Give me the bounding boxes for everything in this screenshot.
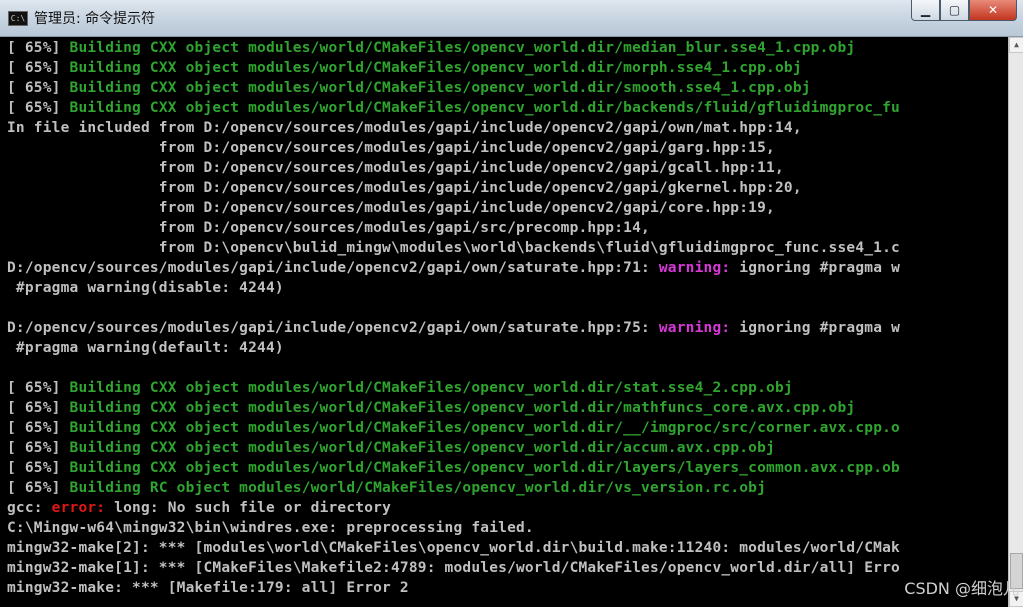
console-line: from D:/opencv/sources/modules/gapi/incl…: [7, 178, 802, 198]
console-line: [ 65%] Building CXX object modules/world…: [7, 98, 900, 118]
console-text: gcc:: [7, 500, 52, 516]
build-status-text: Building RC object modules/world/CMakeFi…: [69, 480, 767, 496]
console-text: #pragma warning(disable: 4244): [7, 280, 284, 296]
console-line: #pragma warning(disable: 4244): [7, 278, 284, 298]
console-text: long: No such file or directory: [105, 500, 392, 516]
console-line: from D:\opencv\bulid_mingw\modules\world…: [7, 238, 900, 258]
vertical-scrollbar[interactable]: ▲ ▼: [1008, 37, 1023, 607]
console-line: [ 65%] Building CXX object modules/world…: [7, 58, 802, 78]
console-text: from D:/opencv/sources/modules/gapi/incl…: [7, 140, 775, 156]
console-line: [ 65%] Building CXX object modules/world…: [7, 38, 855, 58]
console-line: mingw32-make[2]: *** [modules\world\CMak…: [7, 538, 900, 558]
console-text: from D:/opencv/sources/modules/gapi/incl…: [7, 180, 802, 196]
console-line: D:/opencv/sources/modules/gapi/include/o…: [7, 258, 900, 278]
console-text: from D:/opencv/sources/modules/gapi/incl…: [7, 200, 775, 216]
console-text: [ 65%]: [7, 420, 70, 436]
console-app-icon: C:\: [8, 11, 28, 26]
error-label: error:: [51, 500, 106, 516]
console-text: [ 65%]: [7, 460, 70, 476]
console-line: from D:/opencv/sources/modules/gapi/incl…: [7, 158, 784, 178]
console-line: C:\Mingw-w64\mingw32\bin\windres.exe: pr…: [7, 518, 534, 538]
console-text: D:/opencv/sources/modules/gapi/include/o…: [7, 260, 659, 276]
console-line: [ 65%] Building CXX object modules/world…: [7, 458, 900, 478]
console-line: In file included from D:/opencv/sources/…: [7, 118, 802, 138]
warning-label: warning:: [658, 260, 731, 276]
build-status-text: Building CXX object modules/world/CMakeF…: [69, 80, 811, 96]
console-line: [ 65%] Building CXX object modules/world…: [7, 438, 775, 458]
build-status-text: Building CXX object modules/world/CMakeF…: [69, 440, 775, 456]
console-text: mingw32-make[2]: *** [modules\world\CMak…: [7, 540, 900, 556]
console-text: D:/opencv/sources/modules/gapi/include/o…: [7, 320, 659, 336]
console-line: mingw32-make[1]: *** [CMakeFiles\Makefil…: [7, 558, 900, 578]
console-text: #pragma warning(default: 4244): [7, 340, 284, 356]
window-title: 管理员: 命令提示符: [34, 11, 156, 27]
console-text: [ 65%]: [7, 40, 70, 56]
console-line: gcc: error: long: No such file or direct…: [7, 498, 391, 518]
console-text: [ 65%]: [7, 100, 70, 116]
console-line: [ 65%] Building RC object modules/world/…: [7, 478, 766, 498]
build-status-text: Building CXX object modules/world/CMakeF…: [69, 460, 900, 476]
console-text: from D:\opencv\bulid_mingw\modules\world…: [7, 240, 900, 256]
console-text: [ 65%]: [7, 400, 70, 416]
console-line: from D:/opencv/sources/modules/gapi/incl…: [7, 198, 775, 218]
console-text: C:\Mingw-w64\mingw32\bin\windres.exe: pr…: [7, 520, 534, 536]
build-status-text: Building CXX object modules/world/CMakeF…: [69, 100, 900, 116]
console-line: [ 65%] Building CXX object modules/world…: [7, 78, 811, 98]
console-text: In file included from D:/opencv/sources/…: [7, 120, 802, 136]
console-text: from D:/opencv/sources/modules/gapi/src/…: [7, 220, 650, 236]
window-controls: ▁ ▢ ✕: [911, 0, 1017, 22]
console-text: ignoring #pragma w: [730, 320, 900, 336]
build-status-text: Building CXX object modules/world/CMakeF…: [69, 60, 802, 76]
watermark: CSDN @细泡儿: [904, 579, 1019, 598]
console-text: from D:/opencv/sources/modules/gapi/incl…: [7, 160, 784, 176]
build-status-text: Building CXX object modules/world/CMakeF…: [69, 40, 856, 56]
maximize-button[interactable]: ▢: [940, 0, 969, 21]
build-status-text: Building CXX object modules/world/CMakeF…: [69, 400, 856, 416]
console-line: #pragma warning(default: 4244): [7, 338, 284, 358]
console-text: ignoring #pragma w: [730, 260, 900, 276]
console-text: mingw32-make[1]: *** [CMakeFiles\Makefil…: [7, 560, 900, 576]
console-line: from D:/opencv/sources/modules/gapi/incl…: [7, 138, 775, 158]
console-text: [ 65%]: [7, 480, 70, 496]
console-text: mingw32-make: *** [Makefile:179: all] Er…: [7, 580, 409, 596]
console-line: from D:/opencv/sources/modules/gapi/src/…: [7, 218, 650, 238]
console-text: [ 65%]: [7, 380, 70, 396]
build-status-text: Building CXX object modules/world/CMakeF…: [69, 420, 900, 436]
console-line: mingw32-make: *** [Makefile:179: all] Er…: [7, 578, 409, 598]
console-line: [ 65%] Building CXX object modules/world…: [7, 378, 793, 398]
console-text: [ 65%]: [7, 440, 70, 456]
scroll-up-arrow-icon[interactable]: ▲: [1009, 37, 1023, 53]
build-status-text: Building CXX object modules/world/CMakeF…: [69, 380, 793, 396]
console-output[interactable]: [ 65%] Building CXX object modules/world…: [0, 37, 1008, 607]
close-button[interactable]: ✕: [969, 0, 1017, 21]
console-line: D:/opencv/sources/modules/gapi/include/o…: [7, 318, 900, 338]
console-line: [ 65%] Building CXX object modules/world…: [7, 418, 900, 438]
title-bar[interactable]: C:\ 管理员: 命令提示符 ▁ ▢ ✕: [0, 0, 1023, 37]
console-text: [ 65%]: [7, 60, 70, 76]
console-line: [ 65%] Building CXX object modules/world…: [7, 398, 855, 418]
console-text: [ 65%]: [7, 80, 70, 96]
warning-label: warning:: [658, 320, 731, 336]
minimize-button[interactable]: ▁: [911, 0, 940, 21]
